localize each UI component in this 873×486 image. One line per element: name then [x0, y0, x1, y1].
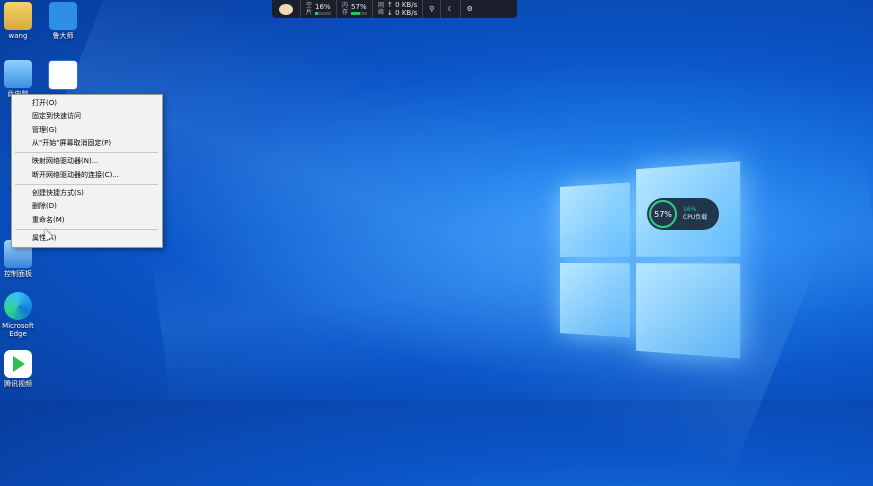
memory-key: 空 [306, 2, 313, 9]
memory-bar [315, 12, 332, 15]
monitor-logo[interactable] [272, 0, 301, 18]
cpu-key2: 存 [342, 9, 349, 16]
cpu-key: 内 [342, 2, 349, 9]
cpu-value: 57% [351, 3, 367, 11]
desktop-icon-wang[interactable]: wang [0, 2, 36, 40]
desktop-icon-label: wang [8, 32, 28, 40]
cpu-bar [351, 12, 368, 15]
desktop-icon-tencent-video[interactable]: 腾讯视频 [0, 350, 36, 388]
menu-item-map-network-drive[interactable]: 映射网络驱动器(N)... [32, 157, 98, 166]
menu-separator [15, 184, 158, 185]
edge-icon [4, 292, 32, 320]
cpu-widget-value: 16% [683, 206, 697, 213]
shortcut-icon [48, 60, 78, 90]
logo-pane [560, 182, 630, 257]
desktop-icon-label: 鲁大师 [52, 32, 74, 40]
desktop-icon-label: Microsoft Edge [2, 322, 34, 338]
gear-icon: ⚙ [466, 5, 473, 13]
download-speed: ↓ 0 KB/s [387, 9, 418, 17]
context-menu: 打开(O) 固定到快速访问 管理(G) 从"开始"屏幕取消固定(P) 映射网络驱… [11, 94, 163, 248]
logo-pane [560, 263, 630, 338]
rocket-button[interactable]: ⚲ [423, 0, 442, 18]
desktop-icon-label: 控制面板 [4, 270, 32, 278]
desktop-icon-shortcut[interactable] [45, 60, 81, 90]
moon-icon: ☾ [447, 5, 454, 13]
menu-item-disconnect-network-drive[interactable]: 断开网络驱动器的连接(C)... [32, 171, 119, 180]
menu-item-manage[interactable]: 管理(G) [32, 126, 57, 135]
settings-button[interactable]: ⚙ [461, 0, 479, 18]
cpu-section[interactable]: 内 存 57% [337, 0, 374, 18]
system-monitor-bar[interactable]: 空 片 16% 内 存 57% 网 络 ↑ 0 KB/s ↓ 0 KB/s ⚲ … [272, 0, 517, 18]
cpu-load-widget[interactable]: 57% 16% CPU负载 [647, 198, 719, 230]
logo-pane [636, 263, 741, 359]
desktop-icon-edge[interactable]: Microsoft Edge [0, 292, 36, 338]
menu-separator [15, 152, 158, 153]
network-key: 网 [378, 2, 385, 9]
memory-value: 16% [315, 3, 331, 11]
desktop-icon-ludashi[interactable]: 鲁大师 [45, 2, 81, 40]
network-section[interactable]: 网 络 ↑ 0 KB/s ↓ 0 KB/s [373, 0, 424, 18]
menu-item-unpin-start[interactable]: 从"开始"屏幕取消固定(P) [32, 139, 111, 148]
desktop-icon-label: 腾讯视频 [4, 380, 32, 388]
menu-item-delete[interactable]: 删除(D) [32, 202, 57, 211]
menu-item-create-shortcut[interactable]: 创建快捷方式(S) [32, 189, 84, 198]
menu-item-rename[interactable]: 重命名(M) [32, 216, 65, 225]
wallpaper-light-ray [150, 149, 873, 409]
upload-speed: ↑ 0 KB/s [387, 1, 418, 9]
ludashi-icon [49, 2, 77, 30]
menu-item-pin-quick-access[interactable]: 固定到快速访问 [32, 112, 81, 121]
desktop-icon-this-pc[interactable]: 此电脑 [0, 60, 36, 98]
cpu-percent-ring: 57% [649, 200, 677, 228]
computer-icon [4, 60, 32, 88]
monitor-logo-icon [279, 3, 293, 15]
night-mode-button[interactable]: ☾ [441, 0, 461, 18]
rocket-icon: ⚲ [429, 5, 435, 13]
memory-key2: 片 [306, 9, 313, 16]
folder-icon [4, 2, 32, 30]
network-key2: 络 [378, 9, 385, 16]
menu-separator [15, 229, 158, 230]
play-icon [13, 356, 25, 372]
memory-section[interactable]: 空 片 16% [301, 0, 338, 18]
tencent-video-icon [4, 350, 32, 378]
cpu-widget-label: CPU负载 [683, 214, 708, 221]
menu-item-open[interactable]: 打开(O) [32, 99, 57, 108]
windows-logo-wallpaper [560, 161, 741, 359]
